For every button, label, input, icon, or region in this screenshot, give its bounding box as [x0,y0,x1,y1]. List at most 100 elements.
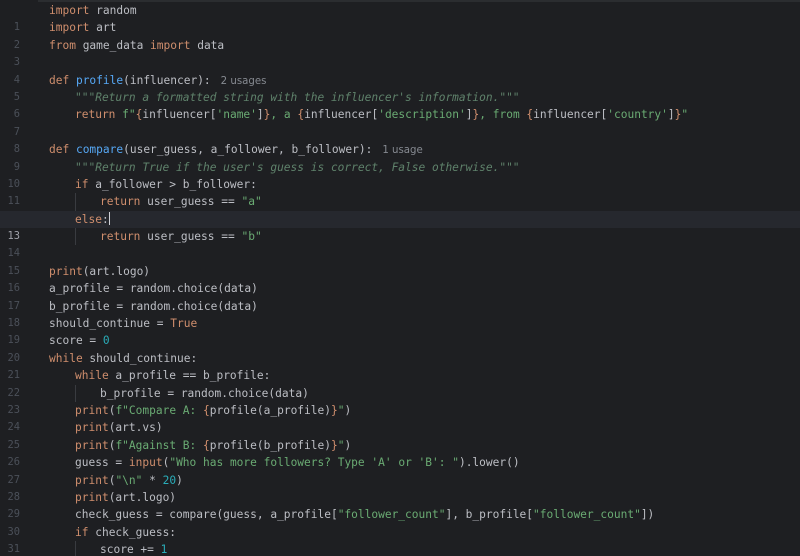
code-line[interactable]: 12 return user_guess == "a" [0,193,800,225]
code-text[interactable]: """Return True if the user's guess is co… [75,159,520,176]
token-text: profile(b_profile) [209,438,331,452]
token-keyword: while [75,369,109,383]
token-text: check_guess: [88,525,177,539]
token-keyword: if [75,177,89,191]
token-number: 0 [102,334,110,348]
code-line[interactable]: 19 should_continue = True [0,315,800,346]
token-text: : [101,212,109,226]
token-keyword: if [75,525,89,539]
code-text[interactable]: b_profile = random.choice(data) [49,298,258,315]
code-line[interactable]: 20 score = 0 [0,332,800,363]
code-text[interactable]: import art [49,19,116,36]
code-text[interactable]: return user_guess == "a" [100,193,262,210]
usages-hint[interactable]: 2 usages [221,76,267,87]
code-line[interactable]: 21 while should_continue: [0,350,800,381]
code-line[interactable]: 9 def compare(user_guess, a_follower, b_… [0,141,800,172]
code-line[interactable]: 7 return f"{influencer['name']}, a {infl… [0,106,800,137]
code-line[interactable]: 23 b_profile = random.choice(data) [0,384,800,416]
code-text[interactable]: from game_data import data [49,37,224,54]
token-text: score = [49,334,103,348]
code-text[interactable]: def compare(user_guess, a_follower, b_fo… [49,141,423,159]
code-text[interactable]: print(f"Against B: {profile(b_profile)}"… [75,437,351,454]
token-text: art [89,21,117,35]
code-text[interactable]: """Return a formatted string with the in… [75,89,520,106]
code-text[interactable]: print(art.logo) [49,263,150,280]
code-text[interactable]: print(art.logo) [75,489,176,506]
token-text: (art.logo) [82,264,151,278]
code-line[interactable]: 11 if a_follower > b_follower: [0,176,800,207]
code-text[interactable]: b_profile = random.choice(data) [100,385,309,402]
code-text[interactable]: guess = input("Who has more followers? T… [75,454,520,471]
code-line[interactable]: 29 print(art.logo) [0,489,800,520]
token-text: profile(a_profile) [209,403,331,417]
token-string: 'country' [607,108,668,122]
code-line[interactable]: 25 print(art.vs) [0,419,800,450]
usages-hint[interactable]: 1 usage [382,145,422,156]
token-text: (influencer): [123,73,211,87]
code-line[interactable]: 3 from game_data import data [0,37,800,68]
code-text[interactable]: def profile(influencer): 2 usages [49,72,266,90]
code-text[interactable]: check_guess = compare(guess, a_profile["… [75,506,654,523]
code-line[interactable]: 16 print(art.logo) [0,263,800,294]
code-text[interactable]: print(art.vs) [75,419,163,436]
code-line[interactable]: 24 print(f"Compare A: {profile(a_profile… [0,402,800,433]
code-text[interactable]: if check_guess: [75,524,176,541]
token-text: user_guess == [140,230,242,244]
token-string: 'name' [216,108,257,122]
token-keyword: import [49,4,90,17]
code-line[interactable]: 30 check_guess = compare(guess, a_profil… [0,506,800,537]
token-function-name: profile [75,73,124,87]
code-line[interactable]: 22 while a_profile == b_profile: [0,367,800,398]
code-text[interactable]: while should_continue: [49,350,197,367]
code-line[interactable]: 8 [0,124,800,155]
token-text: a_follower > b_follower: [88,177,257,191]
token-builtin: print [75,490,109,504]
code-text[interactable]: print("\n" * 20) [75,472,183,489]
code-text[interactable]: return f"{influencer['name']}, a {influe… [75,106,688,123]
code-text[interactable]: while a_profile == b_profile: [75,367,270,384]
code-line-current[interactable]: 13 else: [0,210,800,242]
code-lines[interactable]: 1 import random 2 import art 3 from game… [0,2,800,556]
token-text: influencer[ [142,108,217,122]
code-text[interactable]: score = 0 [49,332,110,349]
token-keyword: return [75,108,123,122]
token-string: , a [270,108,298,122]
token-text: ) [176,473,183,487]
code-line[interactable]: 15 [0,245,800,277]
code-editor[interactable]: 1 import random 2 import art 3 from game… [0,0,800,556]
code-line[interactable]: 2 import art [0,19,800,50]
code-text[interactable]: import random [49,2,137,19]
code-line[interactable]: 27 guess = input("Who has more followers… [0,454,800,485]
token-string: " [337,438,345,452]
token-text: check_guess = compare(guess, a_profile[ [75,508,338,522]
code-line[interactable]: 28 print("\n" * 20) [0,472,800,503]
code-line[interactable]: 5 def profile(influencer): 2 usages [0,72,800,103]
token-keyword: return [100,230,141,244]
code-text[interactable]: print(f"Compare A: {profile(a_profile)}"… [75,402,351,419]
code-line[interactable]: 4 [0,54,800,86]
token-string: , from [479,108,527,122]
code-line[interactable]: 18 b_profile = random.choice(data) [0,298,800,329]
token-text: a_profile == b_profile: [108,369,271,383]
code-text[interactable]: else: [75,211,110,228]
code-text[interactable]: if a_follower > b_follower: [75,176,257,193]
code-line[interactable]: 17 a_profile = random.choice(data) [0,280,800,311]
code-line[interactable]: 14 return user_guess == "b" [0,228,800,259]
code-text[interactable]: score += 1 [100,541,167,556]
token-function-name: compare [75,143,124,157]
code-text[interactable]: should_continue = True [49,315,197,332]
code-line[interactable]: 10 """Return True if the user's guess is… [0,159,800,190]
code-line[interactable]: 32 score += 1 [0,541,800,556]
token-builtin: print [75,473,109,487]
token-builtin: print [49,264,83,278]
token-text: (art.logo) [108,490,177,504]
token-text: (art.vs) [108,421,163,435]
code-line[interactable]: 31 if check_guess: [0,524,800,555]
token-brace: { [203,438,210,452]
code-line[interactable]: 6 """Return a formatted string with the … [0,89,800,120]
code-text[interactable]: return user_guess == "b" [100,228,262,245]
token-text: guess = [75,456,129,470]
code-text[interactable]: a_profile = random.choice(data) [49,280,258,297]
code-line[interactable]: 1 import random [0,2,800,33]
code-line[interactable]: 26 print(f"Against B: {profile(b_profile… [0,437,800,468]
